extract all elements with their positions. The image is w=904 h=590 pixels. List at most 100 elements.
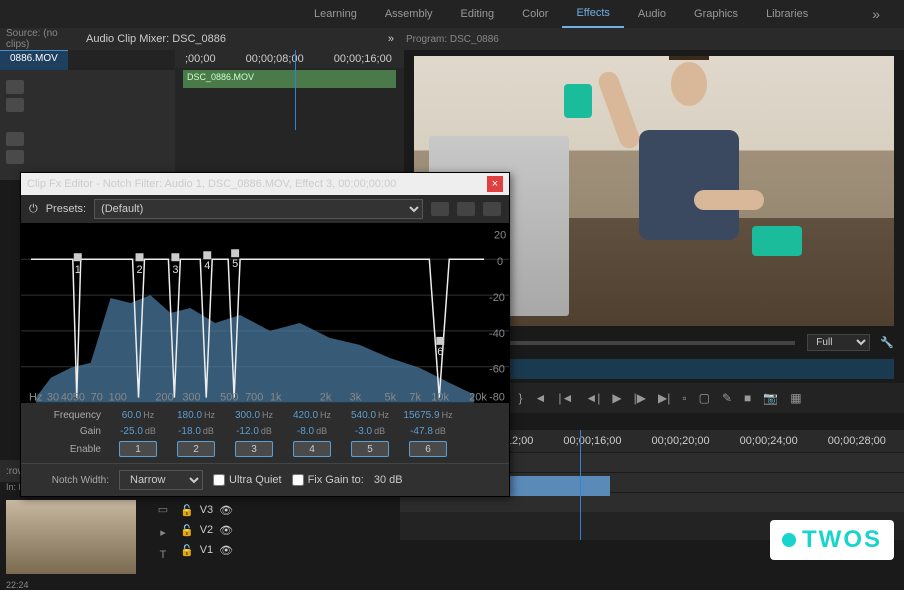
tab-audio[interactable]: Audio — [624, 0, 680, 28]
logo-dot-icon — [782, 533, 796, 547]
freq-3-value[interactable]: 300.0 — [235, 410, 260, 421]
timeline-playhead[interactable] — [580, 430, 581, 540]
enable-2-button[interactable]: 2 — [177, 441, 215, 457]
freq-5-value[interactable]: 540.0 — [351, 410, 376, 421]
svg-text:6: 6 — [437, 346, 443, 358]
step-back-button[interactable]: |◄ — [558, 391, 573, 405]
notch-width-dropdown[interactable]: Narrow — [119, 470, 203, 490]
frequency-row: Frequency 60.0Hz 180.0Hz 300.0Hz 420.0Hz… — [21, 407, 509, 423]
svg-text:4: 4 — [204, 260, 210, 272]
channel-map-icon[interactable] — [483, 202, 501, 216]
type-tool-icon[interactable]: T — [153, 549, 173, 569]
gain-1-value[interactable]: -25.0 — [120, 426, 143, 437]
export-frame-button[interactable]: ■ — [744, 391, 751, 405]
go-to-out-button[interactable]: ▫ — [682, 391, 686, 405]
tab-editing[interactable]: Editing — [447, 0, 509, 28]
lock-icon[interactable]: 🔓 — [180, 544, 194, 557]
watermark-logo: TWOS — [770, 520, 894, 560]
ultra-quiet-checkbox[interactable]: Ultra Quiet — [213, 474, 282, 486]
quality-dropdown[interactable]: Full — [807, 334, 870, 351]
eye-icon[interactable]: 👁 — [219, 504, 233, 517]
clip-thumbnail[interactable] — [6, 500, 136, 574]
tab-color[interactable]: Color — [508, 0, 562, 28]
svg-text:Hz: Hz — [29, 392, 42, 403]
source-timeline-ruler[interactable]: ;00;00 00;00;08;00 00;00;16;00 — [175, 50, 404, 68]
tab-assembly[interactable]: Assembly — [371, 0, 447, 28]
step-forward-button[interactable]: ▶| — [658, 391, 670, 405]
gain-4-value[interactable]: -8.0 — [297, 426, 314, 437]
svg-text:100: 100 — [109, 392, 127, 403]
source-clip[interactable]: DSC_0886.MOV — [183, 70, 396, 88]
loop-icon[interactable] — [6, 132, 24, 146]
lift-button[interactable]: ▢ — [699, 391, 710, 405]
presets-label: Presets: — [46, 203, 86, 215]
svg-text:700: 700 — [245, 392, 263, 403]
svg-text:0: 0 — [497, 256, 503, 268]
svg-text:-20: -20 — [489, 292, 505, 304]
freq-2-value[interactable]: 180.0 — [177, 410, 202, 421]
audio-channel-icons — [0, 70, 175, 174]
close-button[interactable]: × — [487, 176, 503, 192]
track-header-v3[interactable]: 🔓V3👁 — [180, 500, 310, 520]
loop-icon[interactable] — [6, 98, 24, 112]
svg-text:5: 5 — [232, 258, 238, 270]
freq-4-value[interactable]: 420.0 — [293, 410, 318, 421]
power-icon[interactable]: ⏻ — [29, 203, 38, 216]
camera-icon[interactable]: 📷 — [763, 391, 778, 405]
workspace-tab-bar: Learning Assembly Editing Color Effects … — [0, 0, 904, 28]
play-forward-button[interactable]: |▶ — [634, 391, 646, 405]
lock-icon[interactable]: 🔓 — [180, 504, 194, 517]
gain-3-value[interactable]: -12.0 — [236, 426, 259, 437]
enable-4-button[interactable]: 4 — [293, 441, 331, 457]
save-preset-icon[interactable] — [431, 202, 449, 216]
svg-text:5k: 5k — [385, 392, 397, 403]
fx-title-bar[interactable]: Clip Fx Editor - Notch Filter: Audio 1, … — [21, 173, 509, 195]
delete-preset-icon[interactable] — [457, 202, 475, 216]
svg-text:2k: 2k — [320, 392, 332, 403]
playhead-icon[interactable] — [295, 50, 296, 130]
tab-effects[interactable]: Effects — [562, 0, 623, 28]
freq-1-value[interactable]: 60.0 — [122, 410, 141, 421]
track-header-v2[interactable]: 🔓V2👁 — [180, 520, 310, 540]
wrench-icon[interactable]: 🔧 — [880, 336, 894, 349]
mark-out-button[interactable]: } — [518, 391, 522, 405]
play-button[interactable]: ▶ — [612, 391, 621, 405]
notch-filter-chart[interactable]: 20 0 -20 -40 -60 -80 1 2 3 4 5 6 Hz30405… — [21, 223, 509, 403]
gain-row: Gain -25.0dB -18.0dB -12.0dB -8.0dB -3.0… — [21, 423, 509, 439]
eye-icon[interactable]: 👁 — [219, 524, 233, 537]
clip-fx-editor-window: Clip Fx Editor - Notch Filter: Audio 1, … — [20, 172, 510, 497]
tab-graphics[interactable]: Graphics — [680, 0, 752, 28]
gain-2-value[interactable]: -18.0 — [178, 426, 201, 437]
tab-learning[interactable]: Learning — [300, 0, 371, 28]
go-to-in-button[interactable]: ◄ — [534, 391, 546, 405]
svg-text:10k: 10k — [431, 392, 449, 403]
selection-tool-icon[interactable]: ▭ — [153, 503, 173, 523]
gain-5-value[interactable]: -3.0 — [355, 426, 372, 437]
safe-margins-button[interactable]: ▦ — [790, 391, 801, 405]
svg-text:-40: -40 — [489, 328, 505, 340]
loop-icon[interactable] — [6, 80, 24, 94]
zoom-slider[interactable] — [480, 341, 795, 345]
source-clip-tab[interactable]: 0886.MOV — [0, 50, 68, 70]
enable-1-button[interactable]: 1 — [119, 441, 157, 457]
loop-icon[interactable] — [6, 150, 24, 164]
tab-libraries[interactable]: Libraries — [752, 0, 822, 28]
play-reverse-button[interactable]: ◄| — [585, 391, 600, 405]
gain-6-value[interactable]: -47.8 — [410, 426, 433, 437]
enable-6-button[interactable]: 6 — [409, 441, 447, 457]
freq-6-value[interactable]: 15675.9 — [403, 410, 439, 421]
enable-5-button[interactable]: 5 — [351, 441, 389, 457]
eye-icon[interactable]: 👁 — [219, 544, 233, 557]
fix-gain-checkbox[interactable]: Fix Gain to: — [292, 474, 364, 486]
overflow-menu-button[interactable]: » — [858, 0, 894, 28]
svg-text:7k: 7k — [409, 392, 421, 403]
extract-button[interactable]: ✎ — [722, 391, 732, 405]
lock-icon[interactable]: 🔓 — [180, 524, 194, 537]
svg-text:70: 70 — [91, 392, 103, 403]
preset-dropdown[interactable]: (Default) — [94, 199, 423, 219]
svg-text:3: 3 — [172, 264, 178, 276]
enable-3-button[interactable]: 3 — [235, 441, 273, 457]
track-header-v1[interactable]: 🔓V1👁 — [180, 540, 310, 560]
track-select-tool-icon[interactable]: ▸ — [153, 526, 173, 546]
svg-text:40: 40 — [61, 392, 73, 403]
